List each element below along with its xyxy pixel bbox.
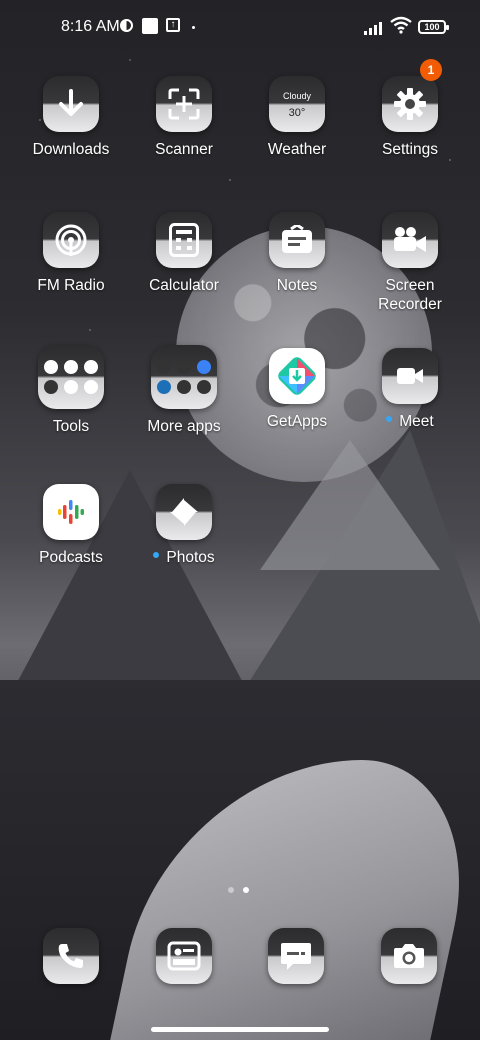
clock: 8:16 AM (61, 18, 120, 35)
linkedin-icon (157, 380, 171, 394)
app-folder-tools[interactable]: Tools (16, 345, 126, 436)
upload-box-icon: ↑ (166, 18, 180, 32)
data-saver-icon (120, 19, 133, 32)
app-downloads[interactable]: Downloads (16, 76, 126, 159)
gear-icon (382, 76, 438, 132)
messages-icon (268, 928, 324, 984)
app-getapps[interactable]: GetApps (242, 348, 352, 431)
dock-phone[interactable] (43, 928, 99, 984)
download-arrow-icon (43, 76, 99, 132)
home-gesture-bar[interactable] (151, 1027, 329, 1032)
app-label: FM Radio (37, 277, 105, 294)
app-label: Downloads (32, 141, 110, 158)
app-scanner[interactable]: Scanner (129, 76, 239, 159)
app-calculator[interactable]: Calculator (129, 212, 239, 295)
radio-waves-icon (43, 212, 99, 268)
facebook-icon (177, 360, 191, 374)
app-mini-icon (197, 360, 211, 374)
app-label: More apps (147, 418, 221, 435)
pinwheel-icon (156, 484, 212, 540)
app-podcasts[interactable]: Podcasts (16, 484, 126, 567)
app-meet[interactable]: Meet (355, 348, 465, 431)
new-indicator-dot (153, 551, 160, 558)
compass-icon (64, 360, 78, 374)
battery-icon: 100 (418, 20, 449, 34)
weather-temperature: 30° (288, 107, 306, 119)
scan-frame-icon (156, 76, 212, 132)
signal-icon (364, 21, 386, 35)
app-label: Weather (267, 141, 327, 158)
app-weather[interactable]: Cloudy 30° Weather (242, 76, 352, 159)
gauge-icon (84, 360, 98, 374)
getapps-icon (269, 348, 325, 404)
app-settings[interactable]: 1 Settings (355, 59, 465, 159)
mic-icon (44, 360, 58, 374)
calculator-icon (156, 212, 212, 268)
app-mini-icon (157, 360, 171, 374)
meet-camera-icon (382, 348, 438, 404)
question-icon (44, 380, 58, 394)
app-mini-icon (177, 380, 191, 394)
dot-icon (192, 26, 195, 29)
shield-icon (64, 380, 78, 394)
notification-badge: 1 (420, 59, 442, 81)
app-label: Podcasts (39, 549, 103, 566)
new-indicator-dot (386, 415, 393, 422)
app-label: Calculator (149, 277, 219, 294)
app-folder-more-apps[interactable]: More apps (129, 345, 239, 436)
app-label: Scanner (155, 141, 213, 158)
app-label: Photos (129, 548, 239, 567)
square-icon (142, 18, 158, 34)
page-dot[interactable] (228, 887, 234, 893)
gallery-icon (156, 928, 212, 984)
podcasts-icon (43, 484, 99, 540)
weather-condition: Cloudy (282, 91, 311, 101)
app-label: Meet (355, 412, 465, 431)
app-label-text: Meet (399, 413, 434, 430)
app-label: Notes (276, 277, 318, 294)
app-photos[interactable]: Photos (129, 484, 239, 567)
page-dot-active[interactable] (243, 887, 249, 893)
wifi-icon (390, 16, 412, 34)
dock-gallery[interactable] (156, 928, 212, 984)
plus-icon (84, 380, 98, 394)
weather-icon: Cloudy 30° (269, 76, 325, 132)
notes-icon (269, 212, 325, 268)
video-camera-icon (382, 212, 438, 268)
folder-icon (38, 345, 104, 409)
folder-icon (151, 345, 217, 409)
app-notes[interactable]: Notes (242, 212, 352, 295)
app-label: Screen Recorder (378, 277, 442, 313)
app-label: Settings (381, 141, 438, 158)
page-indicator (228, 880, 258, 898)
phone-icon (43, 928, 99, 984)
app-screen-recorder[interactable]: Screen Recorder (355, 212, 465, 314)
dock-camera[interactable] (381, 928, 437, 984)
app-label: Tools (52, 418, 90, 435)
status-bar: 8:16 AM ↑ 100 (0, 0, 480, 56)
camera-icon (381, 928, 437, 984)
app-mini-icon (197, 380, 211, 394)
app-label-text: Photos (166, 549, 215, 566)
dock-messages[interactable] (268, 928, 324, 984)
app-label: GetApps (266, 413, 328, 430)
app-fm-radio[interactable]: FM Radio (16, 212, 126, 295)
